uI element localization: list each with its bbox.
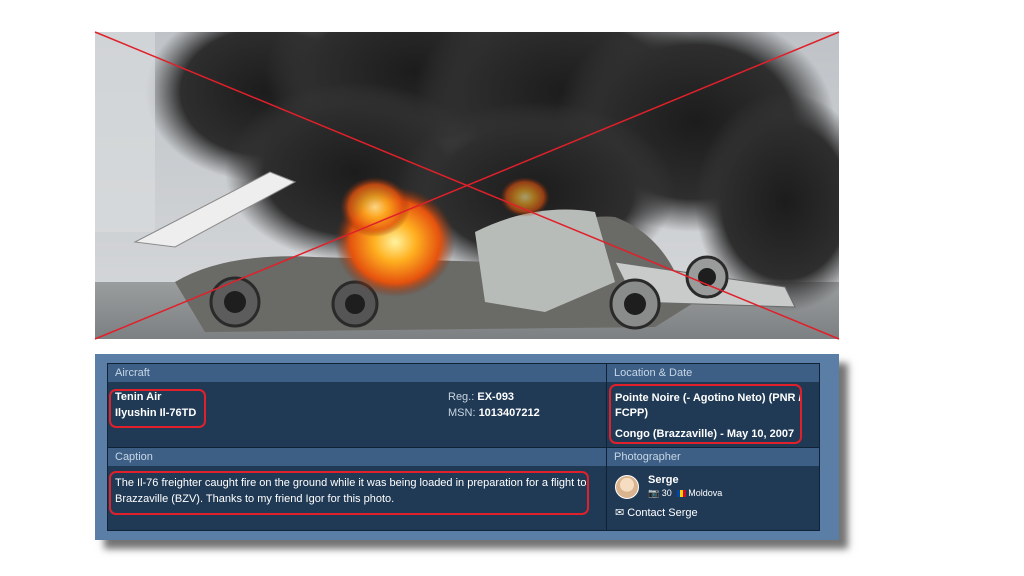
msn: MSN: 1013407212 — [448, 407, 540, 419]
reg-label: Reg.: — [448, 391, 475, 403]
highlight-caption — [109, 471, 589, 515]
msn-label: MSN: — [448, 407, 476, 419]
reg-value[interactable]: EX-093 — [477, 391, 514, 403]
highlight-location — [609, 384, 802, 444]
aircraft-header: Aircraft — [108, 364, 606, 382]
moldova-flag-icon — [676, 490, 686, 498]
photo-info-panel: Aircraft Location & Date Tenin Air Ilyus… — [95, 354, 839, 540]
photographer-stats: 📷 30 Moldova — [648, 488, 722, 499]
caption-header: Caption — [108, 448, 606, 466]
photographer-header: Photographer — [607, 448, 819, 466]
location-date-header: Location & Date — [607, 364, 819, 382]
photographer-name[interactable]: Serge — [648, 474, 679, 486]
contact-label: Contact Serge — [627, 507, 698, 519]
registration: Reg.: EX-093 — [448, 391, 514, 403]
column-divider — [606, 364, 607, 530]
photographer-avatar[interactable] — [615, 475, 639, 499]
aircraft-photo — [95, 32, 839, 339]
camera-icon: 📷 — [648, 488, 660, 498]
photo-count: 30 — [661, 488, 672, 498]
photographer-country: Moldova — [688, 488, 723, 498]
contact-photographer-link[interactable]: ✉ Contact Serge — [615, 506, 698, 519]
envelope-icon: ✉ — [615, 507, 625, 519]
highlight-aircraft — [109, 389, 206, 428]
msn-value: 1013407212 — [478, 407, 540, 419]
